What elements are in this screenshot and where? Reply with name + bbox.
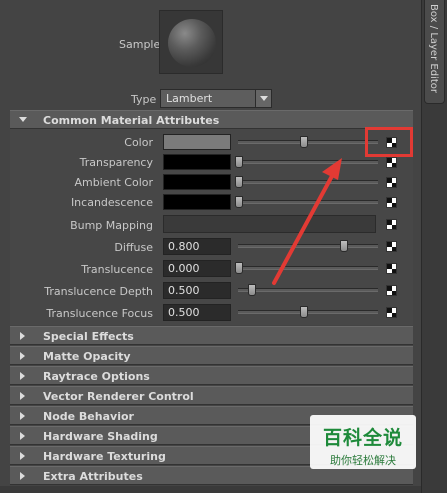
translucence-slider-thumb[interactable] (235, 262, 243, 274)
transparency-label: Transparency (79, 156, 153, 169)
color-label: Color (124, 136, 153, 149)
section-matte-opacity[interactable]: Matte Opacity (10, 346, 413, 365)
box-layer-editor-tab[interactable]: Box / Layer Editor (424, 0, 445, 104)
translucence-depth-slider-thumb[interactable] (248, 284, 256, 296)
translucence-label: Translucence (81, 263, 153, 276)
transparency-map-button[interactable] (386, 157, 397, 168)
translucence-slider[interactable] (238, 266, 378, 270)
ambient-color-swatch[interactable] (163, 174, 231, 190)
type-dropdown-value: Lambert (166, 92, 213, 105)
incandescence-slider-thumb[interactable] (235, 196, 243, 208)
material-sample-swatch (159, 10, 223, 74)
diffuse-slider[interactable] (238, 244, 378, 248)
expand-triangle-icon[interactable] (20, 432, 25, 440)
translucence-depth-label: Translucence Depth (44, 285, 153, 298)
diffuse-slider-thumb[interactable] (340, 240, 348, 252)
ambient-color-map-button[interactable] (386, 177, 397, 188)
incandescence-label: Incandescence (70, 196, 153, 209)
color-slider-thumb[interactable] (300, 136, 308, 148)
translucence-focus-slider[interactable] (238, 310, 378, 314)
sample-label: Sample (119, 38, 161, 51)
expand-triangle-icon[interactable] (20, 352, 25, 360)
section-raytrace-options[interactable]: Raytrace Options (10, 366, 413, 385)
expand-triangle-icon[interactable] (20, 332, 25, 340)
expand-triangle-icon[interactable] (20, 472, 25, 480)
translucence-depth-field[interactable]: 0.500 (163, 282, 231, 299)
expand-triangle-icon[interactable] (20, 452, 25, 460)
expand-triangle-icon[interactable] (20, 372, 25, 380)
diffuse-map-button[interactable] (386, 241, 397, 252)
incandescence-swatch[interactable] (163, 194, 231, 210)
incandescence-map-button[interactable] (386, 197, 397, 208)
color-swatch[interactable] (163, 134, 231, 150)
expand-triangle-icon[interactable] (19, 117, 27, 122)
type-label: Type (131, 93, 157, 106)
translucence-focus-map-button[interactable] (386, 307, 397, 318)
translucence-field[interactable]: 0.000 (163, 260, 231, 277)
ambient-color-slider[interactable] (238, 180, 378, 184)
incandescence-slider[interactable] (238, 200, 378, 204)
color-slider[interactable] (238, 140, 378, 144)
type-dropdown[interactable]: Lambert (160, 89, 272, 108)
translucence-focus-label: Translucence Focus (46, 307, 153, 320)
chevron-down-icon[interactable] (255, 90, 271, 107)
ambient-color-slider-thumb[interactable] (235, 176, 243, 188)
ambient-color-label: Ambient Color (74, 176, 153, 189)
highlight-box (365, 127, 413, 157)
transparency-slider-thumb[interactable] (235, 156, 243, 168)
translucence-map-button[interactable] (386, 263, 397, 274)
bump-mapping-field[interactable] (163, 215, 376, 233)
expand-triangle-icon[interactable] (20, 392, 25, 400)
side-tab-strip: Box / Layer Editor (422, 0, 447, 493)
sphere-preview-icon (168, 19, 216, 67)
translucence-focus-field[interactable]: 0.500 (163, 304, 231, 321)
transparency-swatch[interactable] (163, 154, 231, 170)
section-common-material-attributes[interactable]: Common Material Attributes (10, 110, 413, 129)
bump-mapping-label: Bump Mapping (70, 219, 153, 232)
transparency-slider[interactable] (238, 160, 378, 164)
translucence-depth-map-button[interactable] (386, 285, 397, 296)
diffuse-label: Diffuse (114, 241, 153, 254)
section-special-effects[interactable]: Special Effects (10, 326, 413, 345)
translucence-focus-slider-thumb[interactable] (300, 306, 308, 318)
diffuse-field[interactable]: 0.800 (163, 238, 231, 255)
section-vector-renderer-control[interactable]: Vector Renderer Control (10, 386, 413, 405)
watermark-logo: 百科全说 助你轻松解决 (310, 415, 416, 469)
translucence-depth-slider[interactable] (238, 288, 378, 292)
bump-mapping-map-button[interactable] (386, 219, 397, 230)
expand-triangle-icon[interactable] (20, 412, 25, 420)
scroll-bottom-bar (0, 486, 421, 493)
